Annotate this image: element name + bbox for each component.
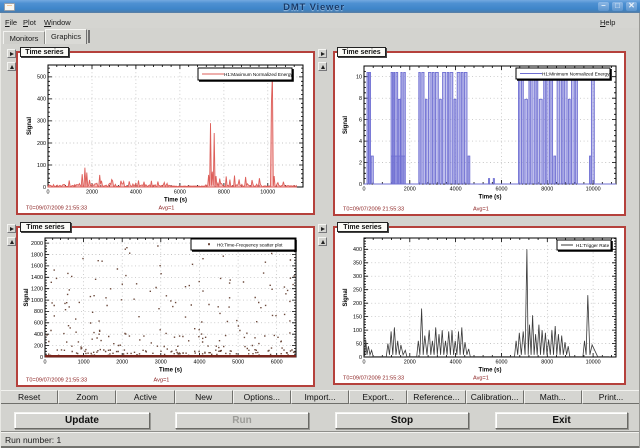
svg-text:0: 0 [359,355,362,361]
svg-text:4000: 4000 [450,360,462,366]
svg-text:4000: 4000 [450,187,462,193]
svg-text:T0=09/07/2009 21:55:33: T0=09/07/2009 21:55:33 [343,376,404,382]
svg-text:1800: 1800 [31,252,43,258]
svg-text:T0=09/07/2009 21:55:33: T0=09/07/2009 21:55:33 [26,378,87,384]
svg-text:Time (s): Time (s) [159,368,182,374]
svg-text:8000: 8000 [218,190,230,196]
svg-text:6000: 6000 [496,187,508,193]
svg-text:6000: 6000 [271,360,283,366]
svg-text:10000: 10000 [586,187,601,193]
svg-text:Signal: Signal [343,116,349,134]
svg-text:Avg=1: Avg=1 [473,376,489,382]
svg-text:6: 6 [359,117,362,123]
svg-text:8000: 8000 [541,360,553,366]
svg-text:Signal: Signal [27,117,33,135]
svg-text:250: 250 [353,288,362,294]
svg-text:T0=09/07/2009 21:55:33: T0=09/07/2009 21:55:33 [26,206,87,212]
svg-text:Time (s): Time (s) [479,368,502,374]
svg-text:1000: 1000 [78,360,90,366]
svg-text:150: 150 [353,314,362,320]
svg-text:2000: 2000 [31,241,43,247]
svg-text:H1:Maximum Normalized Energy: H1:Maximum Normalized Energy [224,72,293,77]
svg-text:H1:Trigger Rate: H1:Trigger Rate [576,243,610,248]
svg-text:300: 300 [353,274,362,280]
svg-text:2000: 2000 [404,187,416,193]
svg-text:400: 400 [353,247,362,253]
svg-text:2: 2 [359,160,362,166]
svg-text:10: 10 [356,75,362,81]
svg-text:300: 300 [37,119,46,125]
svg-text:800: 800 [34,309,43,315]
svg-text:Time (s): Time (s) [164,198,187,204]
svg-text:Time (s): Time (s) [479,195,502,201]
svg-text:0: 0 [363,360,366,366]
svg-text:0: 0 [47,190,50,196]
svg-text:2000: 2000 [116,360,128,366]
svg-text:50: 50 [356,341,362,347]
svg-text:1400: 1400 [31,275,43,281]
svg-text:Avg=1: Avg=1 [154,378,170,384]
svg-text:100: 100 [37,163,46,169]
svg-text:8: 8 [359,96,362,102]
svg-text:10000: 10000 [586,360,601,366]
svg-text:600: 600 [34,321,43,327]
svg-text:0: 0 [40,355,43,361]
svg-text:4: 4 [359,139,362,145]
svg-text:2000: 2000 [86,190,98,196]
svg-text:3000: 3000 [155,360,167,366]
svg-text:1600: 1600 [31,264,43,270]
svg-text:200: 200 [34,343,43,349]
svg-text:400: 400 [37,97,46,103]
svg-text:6000: 6000 [174,190,186,196]
svg-text:1200: 1200 [31,287,43,293]
svg-text:5000: 5000 [232,360,244,366]
svg-text:0: 0 [44,360,47,366]
svg-text:6000: 6000 [496,360,508,366]
svg-text:1000: 1000 [31,298,43,304]
svg-text:8000: 8000 [541,187,553,193]
svg-text:Signal: Signal [24,288,30,306]
svg-text:4000: 4000 [194,360,206,366]
svg-text:H1:Minimum Normalized Energy: H1:Minimum Normalized Energy [542,72,610,77]
svg-text:Avg=1: Avg=1 [473,207,489,213]
svg-text:0: 0 [359,182,362,188]
svg-text:Avg=1: Avg=1 [159,206,175,212]
svg-text:10000: 10000 [260,190,275,196]
svg-text:200: 200 [37,141,46,147]
svg-text:2000: 2000 [404,360,416,366]
svg-text:T0=09/07/2009 21:55:33: T0=09/07/2009 21:55:33 [343,207,404,213]
svg-text:500: 500 [37,75,46,81]
svg-text:200: 200 [353,301,362,307]
svg-text:4000: 4000 [130,190,142,196]
svg-text:0: 0 [43,185,46,191]
svg-text:H0:Time-Frequency scatter plot: H0:Time-Frequency scatter plot [217,243,283,248]
svg-text:400: 400 [34,332,43,338]
svg-text:350: 350 [353,261,362,267]
svg-text:Signal: Signal [343,288,349,306]
svg-text:0: 0 [363,187,366,193]
svg-text:100: 100 [353,328,362,334]
